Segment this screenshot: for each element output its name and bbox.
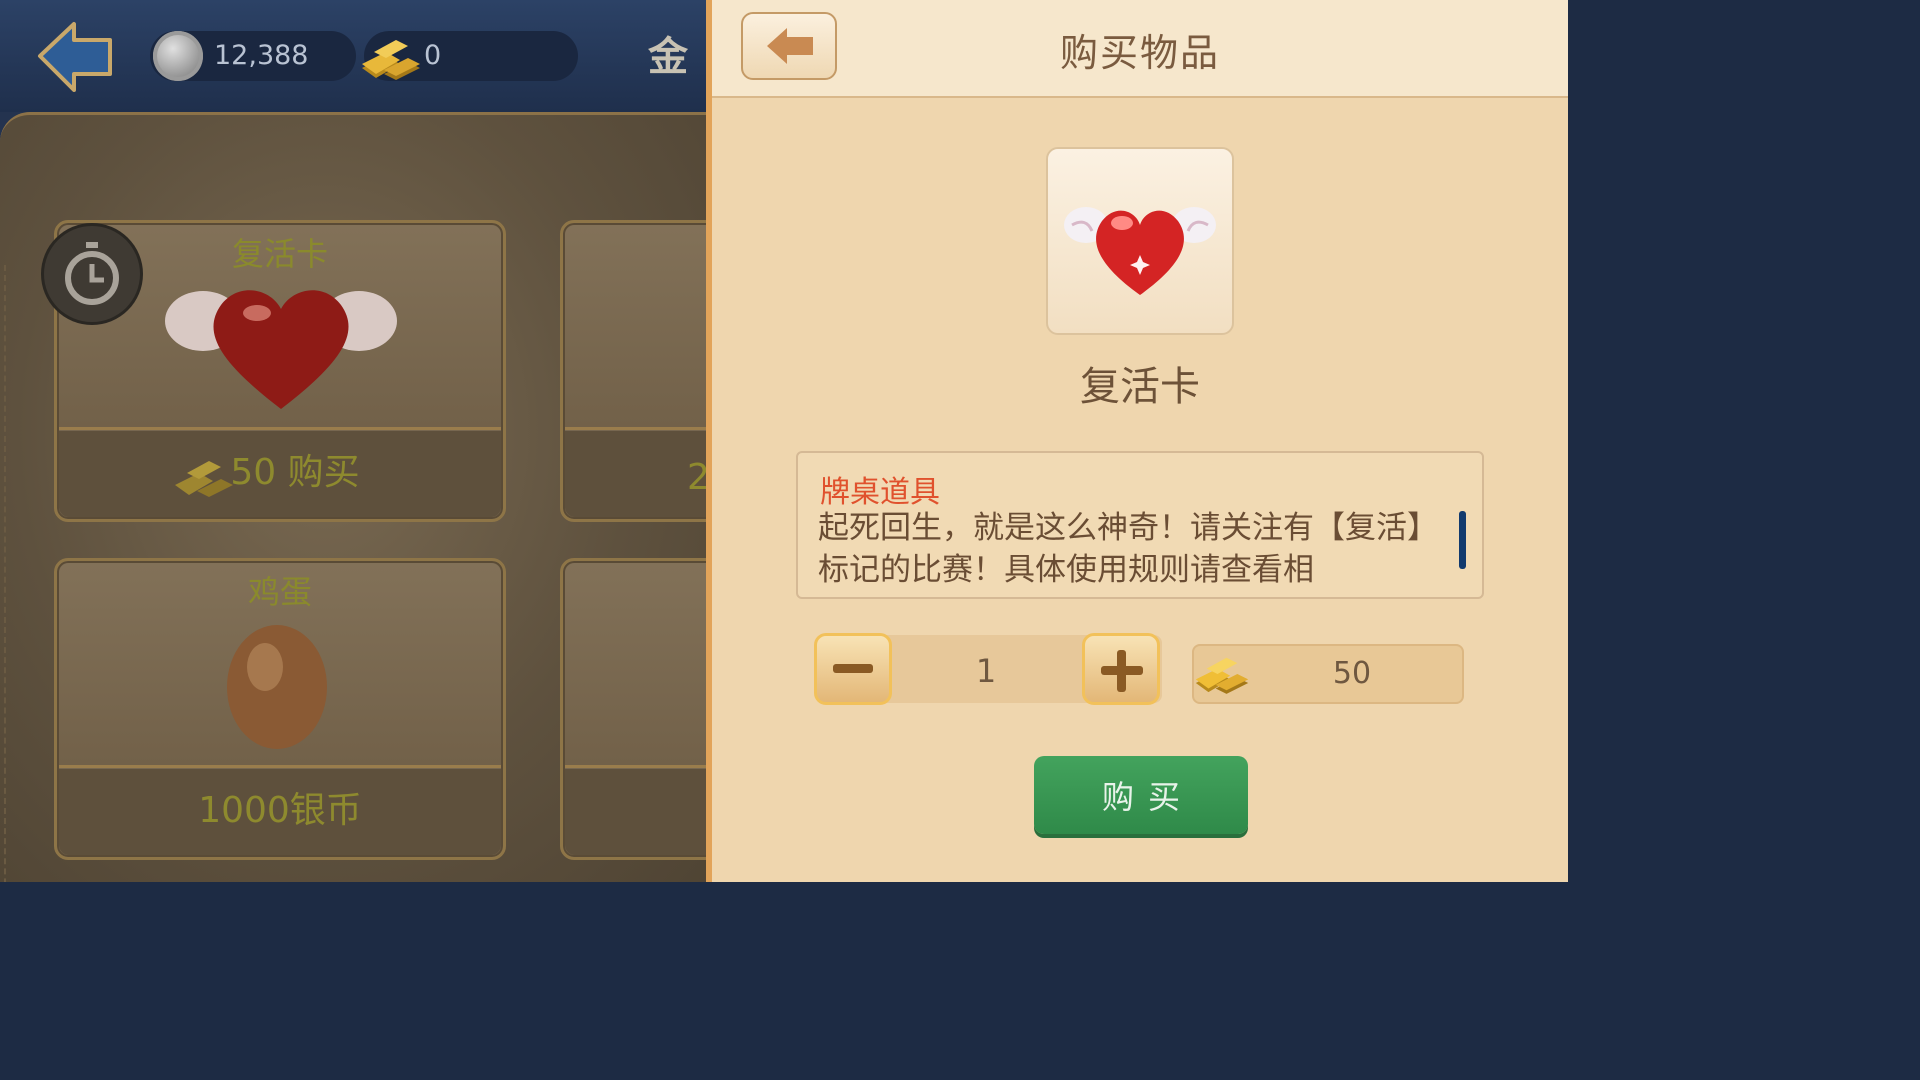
stopwatch-icon [65,242,119,305]
total-cost-value: 50 [1332,656,1372,691]
egg-icon [227,625,327,749]
purchase-dialog: 购买物品 复活卡 牌桌道具 起死回生，就是这么神奇！请关注有【复活】标记的比赛！… [706,0,1568,882]
card-title: 鸡蛋 [247,573,312,611]
item-name: 复活卡 [1080,364,1200,410]
gold-bars-icon [1195,657,1249,694]
panel-border-decoration [4,265,24,882]
back-arrow-icon[interactable] [36,16,116,96]
winged-heart-icon [165,290,397,409]
increase-quantity-button[interactable] [1082,633,1160,705]
buy-button[interactable]: 购买 [1034,756,1248,834]
quantity-value[interactable]: 1 [896,652,1076,690]
card-price: 2 [687,457,706,498]
shop-card-egg[interactable]: 鸡蛋 1000银币 [54,558,506,860]
minus-icon [833,664,873,673]
item-description: 起死回生，就是这么神奇！请关注有【复活】标记的比赛！具体使用规则请查看相 [818,510,1438,588]
card-price: 1000银币 [198,790,362,831]
winged-heart-icon [1064,207,1216,295]
shop-background: 12,388 0 金 复活卡 50 购买 2 鸡蛋 1000银币 [0,0,706,882]
shop-card-partial[interactable] [560,558,706,860]
gold-bars-icon [362,40,420,80]
item-image-frame [1046,147,1234,335]
item-description-box[interactable]: 牌桌道具 起死回生，就是这么神奇！请关注有【复活】标记的比赛！具体使用规则请查看… [796,451,1484,599]
plus-icon [1101,650,1143,692]
gold-tab-label[interactable]: 金 [648,24,688,82]
description-scrollbar[interactable] [1459,511,1466,569]
gold-amount: 0 [424,40,442,71]
silver-amount: 12,388 [214,40,309,71]
card-price: 50 购买 [230,452,360,493]
timer-button[interactable] [44,226,140,322]
decrease-quantity-button[interactable] [814,633,892,705]
dialog-header: 购买物品 [712,0,1568,98]
silver-coin-icon [153,31,203,81]
shop-card-partial[interactable]: 2 [560,220,706,522]
item-category: 牌桌道具 [820,475,940,510]
dialog-title: 购买物品 [1059,31,1220,75]
shop-top-bar: 12,388 0 金 [0,0,706,112]
